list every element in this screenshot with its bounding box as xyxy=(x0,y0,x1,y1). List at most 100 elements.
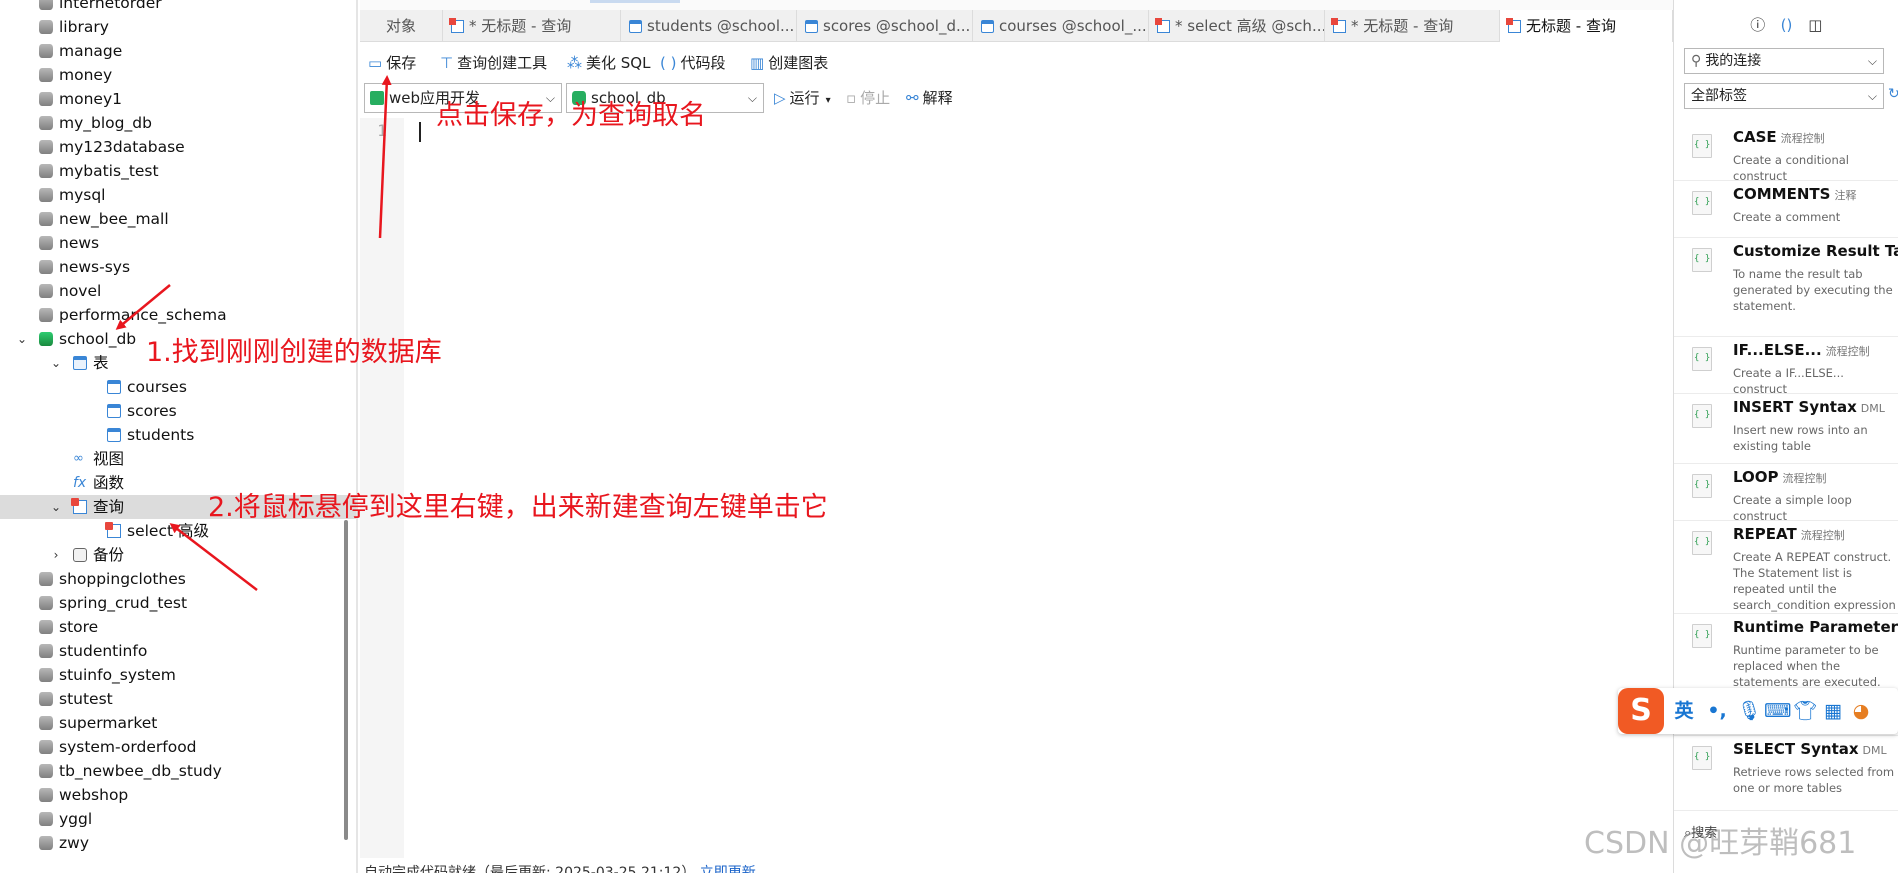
sidebar-item-db[interactable]: stuinfo_system xyxy=(0,663,358,687)
snippet-item[interactable]: SELECT SyntaxDML Retrieve rows selected f… xyxy=(1674,736,1898,811)
ime-language-toggle[interactable]: 英 xyxy=(1670,688,1698,734)
tab-label: * select 高级 @sch... xyxy=(1175,17,1325,35)
tag-filter-select[interactable]: 全部标签 ⌵ xyxy=(1684,83,1884,109)
sidebar-item-db[interactable]: internetorder xyxy=(0,0,358,15)
status-bar: 自动完成代码就绪（最后更新: 2025-03-25 21:12） 立即更新 xyxy=(360,860,1673,873)
snippet-item[interactable]: INSERT SyntaxDML Insert new rows into an … xyxy=(1674,394,1898,464)
sidebar-item-db[interactable]: money1 xyxy=(0,87,358,111)
ime-punctuation-toggle[interactable]: •, xyxy=(1704,688,1730,734)
sidebar-item-db[interactable]: store xyxy=(0,615,358,639)
sidebar-item-table[interactable]: courses xyxy=(0,375,358,399)
ime-logo[interactable]: S xyxy=(1618,688,1664,734)
layout-icon[interactable]: ◫ xyxy=(1803,10,1827,40)
sidebar-item-db[interactable]: manage xyxy=(0,39,358,63)
database-icon xyxy=(39,284,53,298)
chevron-down-icon[interactable]: ⌄ xyxy=(49,495,63,519)
play-icon: ▷ xyxy=(774,89,786,107)
sidebar-item-db[interactable]: news-sys xyxy=(0,255,358,279)
sidebar-divider[interactable] xyxy=(356,0,358,873)
sidebar-item-db[interactable]: money xyxy=(0,63,358,87)
sidebar-item-db[interactable]: zwy xyxy=(0,831,358,855)
sidebar-item-db[interactable]: my123database xyxy=(0,135,358,159)
microphone-icon[interactable]: 🎙︎ xyxy=(1736,688,1762,734)
chevron-down-icon[interactable]: ⌄ xyxy=(49,351,63,375)
keyboard-icon[interactable]: ⌨︎ xyxy=(1764,688,1791,734)
run-button[interactable]: ▷ 运行 ▾ xyxy=(774,83,831,113)
chevron-down-icon: ⌵ xyxy=(1867,54,1877,68)
sidebar-item-db[interactable]: novel xyxy=(0,279,358,303)
sidebar-item-db[interactable]: supermarket xyxy=(0,711,358,735)
update-now-link[interactable]: 立即更新 xyxy=(700,865,756,873)
chart-icon: ▥ xyxy=(750,54,765,72)
snippet-title-row: IF...ELSE... 流程控制 xyxy=(1733,341,1870,359)
create-chart-button[interactable]: ▥ 创建图表 xyxy=(750,47,828,79)
chevron-right-icon[interactable]: › xyxy=(49,543,63,567)
sidebar-item-db[interactable]: tb_newbee_db_study xyxy=(0,759,358,783)
snippet-item[interactable]: IF...ELSE...流程控制 Create a IF...ELSE... co… xyxy=(1674,337,1898,394)
tab-3[interactable]: scores @school_d... xyxy=(797,10,973,42)
snippet-item[interactable]: COMMENTS注释 Create a comment xyxy=(1674,181,1898,238)
tab-1[interactable]: * 无标题 - 查询 xyxy=(443,10,621,42)
sidebar-item-label: new_bee_mall xyxy=(59,210,169,228)
snippet-item[interactable]: REPEAT流程控制 Create A REPEAT construct. The… xyxy=(1674,521,1898,614)
sidebar-item-db[interactable]: webshop xyxy=(0,783,358,807)
tab-2[interactable]: students @school... xyxy=(621,10,797,42)
code-snippet-button[interactable]: ( ) 代码段 xyxy=(660,47,726,79)
sidebar-item-db[interactable]: studentinfo xyxy=(0,639,358,663)
sidebar-item-db[interactable]: my_blog_db xyxy=(0,111,358,135)
snippet-icon xyxy=(1692,624,1712,648)
magic-wand-icon: ⁂ xyxy=(567,54,582,72)
snippet-description: Create a simple loop construct xyxy=(1733,493,1852,521)
snippet-item[interactable]: Customize Result Tab To name the result t… xyxy=(1674,238,1898,337)
sidebar-item-db[interactable]: new_bee_mall xyxy=(0,207,358,231)
toolbox-icon[interactable]: ▦ xyxy=(1820,688,1846,734)
tab-5[interactable]: * select 高级 @sch... xyxy=(1149,10,1325,42)
mascot-icon[interactable]: ◕ xyxy=(1848,688,1874,734)
sidebar-item-views[interactable]: ∞ 视图 xyxy=(0,447,358,471)
sidebar-item-label: scores xyxy=(127,402,177,420)
connection-tree: internetorder library manage money money1 my_… xyxy=(0,0,358,855)
tab-4[interactable]: courses @school_... xyxy=(973,10,1149,42)
sidebar-item-db[interactable]: performance_schema xyxy=(0,303,358,327)
sidebar-item-label: mysql xyxy=(59,186,106,204)
sidebar-item-db[interactable]: mybatis_test xyxy=(0,159,358,183)
snippet-item[interactable]: CASE流程控制 Create a conditional construct xyxy=(1674,124,1898,181)
sidebar-item-db[interactable]: system-orderfood xyxy=(0,735,358,759)
sidebar-item-db[interactable]: mysql xyxy=(0,183,358,207)
beautify-sql-button[interactable]: ⁂ 美化 SQL xyxy=(567,47,650,79)
tab-0[interactable]: 对象 xyxy=(360,10,443,42)
dropdown-arrow-icon: ▾ xyxy=(825,95,831,106)
sidebar-item-db[interactable]: news xyxy=(0,231,358,255)
snippet-tag: 流程控制 xyxy=(1780,132,1825,145)
sidebar-item-backups[interactable]: › 备份 xyxy=(0,543,358,567)
code-icon[interactable]: () xyxy=(1775,10,1799,40)
chevron-down-icon[interactable]: ⌄ xyxy=(15,327,29,351)
sidebar-item-db[interactable]: spring_crud_test xyxy=(0,591,358,615)
sidebar-scrollbar[interactable] xyxy=(344,520,348,840)
sidebar-item-label: select 高级 xyxy=(127,522,209,540)
refresh-icon[interactable]: ↻ xyxy=(1888,86,1898,102)
info-icon[interactable]: ⓘ xyxy=(1746,10,1770,40)
sidebar-item-table[interactable]: scores xyxy=(0,399,358,423)
save-button[interactable]: ▭ 保存 xyxy=(368,47,416,79)
sidebar-item-label: my123database xyxy=(59,138,185,156)
connection-filter-select[interactable]: ⚲ 我的连接 ⌵ xyxy=(1684,48,1884,74)
sidebar-item-db[interactable]: library xyxy=(0,15,358,39)
stop-button[interactable]: ▫ 停止 xyxy=(846,83,890,113)
snippet-icon xyxy=(1692,531,1712,555)
sidebar-item-db[interactable]: stutest xyxy=(0,687,358,711)
snippet-tag: DML xyxy=(1860,402,1885,415)
app-window: internetorder library manage money money1 my_… xyxy=(0,0,1898,873)
tab-6[interactable]: * 无标题 - 查询 xyxy=(1325,10,1500,42)
skin-icon[interactable]: 👕︎ xyxy=(1792,688,1818,734)
sidebar-item-db[interactable]: shoppingclothes xyxy=(0,567,358,591)
tab-7[interactable]: 无标题 - 查询 xyxy=(1500,10,1673,42)
explain-button[interactable]: ⚯ 解释 xyxy=(906,83,953,113)
query-builder-button[interactable]: ⊤ 查询创建工具 xyxy=(440,47,547,79)
sidebar-item-table[interactable]: students xyxy=(0,423,358,447)
snippet-item[interactable]: LOOP流程控制 Create a simple loop construct xyxy=(1674,464,1898,521)
snippet-title: CASE xyxy=(1733,128,1777,146)
snippet-title-row: REPEAT 流程控制 xyxy=(1733,525,1845,543)
stop-label: 停止 xyxy=(860,89,891,107)
sidebar-item-db[interactable]: yggl xyxy=(0,807,358,831)
